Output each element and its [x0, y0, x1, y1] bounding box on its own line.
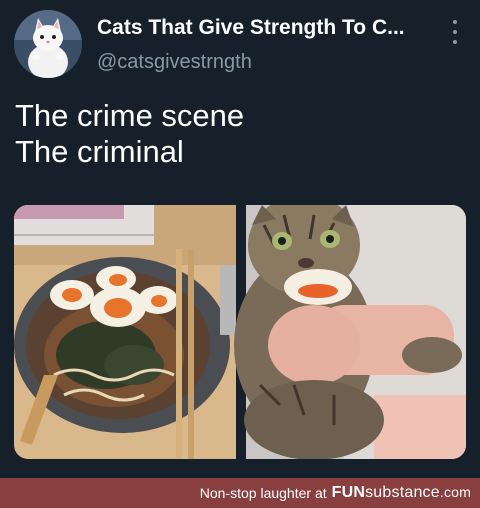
- more-vertical-icon[interactable]: [448, 20, 462, 44]
- brand-domain: .com: [439, 484, 471, 500]
- tweet-media[interactable]: [14, 205, 466, 459]
- user-handle[interactable]: @catsgivestrngth: [97, 51, 252, 74]
- tweet-text-line: The criminal: [15, 134, 184, 169]
- brand-rest: substance: [365, 484, 440, 501]
- tweet-text-line: The crime scene: [15, 98, 245, 133]
- footer-tagline: Non-stop laughter at: [199, 485, 327, 501]
- footer-banner: Non-stop laughter at FUNsubstance.com: [0, 478, 480, 508]
- ramen-photo[interactable]: [14, 205, 236, 459]
- tweet-text: The crime scene The criminal: [15, 98, 244, 170]
- cat-photo[interactable]: [234, 205, 466, 459]
- brand-logo[interactable]: FUNsubstance.com: [332, 484, 471, 502]
- dot: [453, 30, 457, 34]
- dot: [453, 40, 457, 44]
- cat-avatar-icon: [14, 10, 82, 78]
- media-grid: [14, 205, 466, 459]
- brand-bold: FUN: [331, 484, 366, 501]
- avatar[interactable]: [14, 10, 82, 78]
- display-name[interactable]: Cats That Give Strength To C...: [97, 16, 437, 40]
- tweet-card: Cats That Give Strength To C... @catsgiv…: [0, 0, 480, 478]
- dot: [453, 20, 457, 24]
